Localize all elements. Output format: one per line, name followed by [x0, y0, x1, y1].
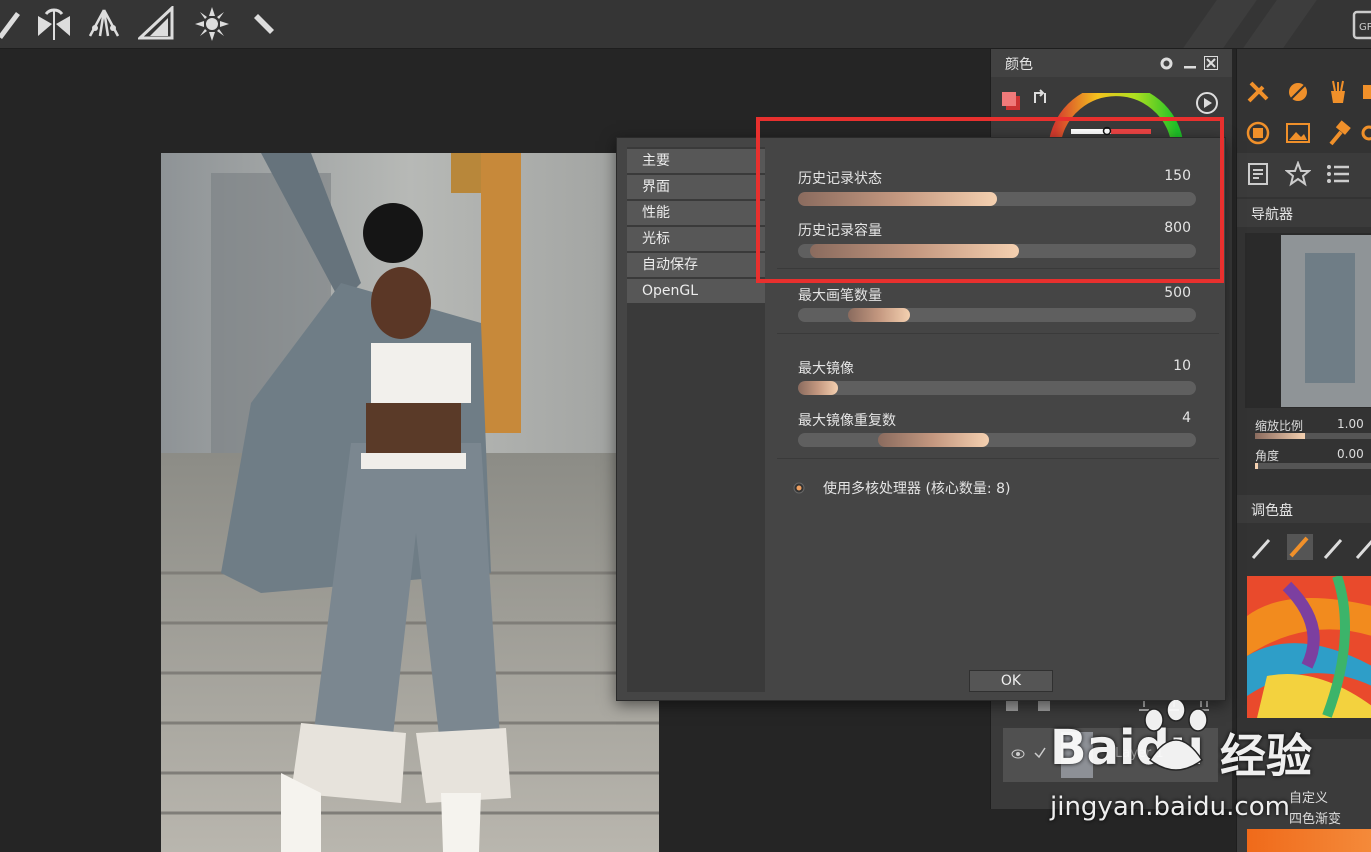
- play-icon[interactable]: [1195, 91, 1219, 115]
- zoom-label: 缩放比例: [1255, 419, 1304, 433]
- palette-title: 调色盘: [1251, 503, 1293, 519]
- adjust-icon[interactable]: [1285, 79, 1311, 105]
- paw-logo-icon: [1144, 700, 1208, 771]
- canvas-photo[interactable]: [161, 153, 659, 852]
- notes-icon[interactable]: [1245, 161, 1271, 187]
- palette-canvas[interactable]: [1247, 576, 1371, 718]
- bucket-brush-icon[interactable]: [1287, 534, 1313, 560]
- gear-icon[interactable]: [1159, 56, 1174, 71]
- color-panel-header: 颜色: [991, 49, 1232, 77]
- brush-pot-icon[interactable]: [1325, 79, 1351, 105]
- setting-value-max-mirrors: 10: [1173, 358, 1191, 374]
- slider-max-mirror-repeats[interactable]: [798, 433, 1196, 447]
- nav-item-cursor[interactable]: 光标: [627, 227, 765, 253]
- extra-tool-icon[interactable]: [1361, 79, 1371, 105]
- minimize-icon[interactable]: [1183, 56, 1197, 70]
- ok-button[interactable]: OK: [969, 670, 1053, 692]
- setting-value-max-brushes: 500: [1164, 285, 1191, 301]
- list-icon[interactable]: [1325, 161, 1351, 187]
- nav-item-interface[interactable]: 界面: [627, 175, 765, 201]
- baidu-watermark: Baidu 经验 jingyan.baidu.com: [1050, 700, 1371, 830]
- slider-max-mirrors[interactable]: [798, 381, 1196, 395]
- hammer-icon[interactable]: [1325, 120, 1351, 146]
- nav-item-autosave[interactable]: 自动保存: [627, 253, 765, 279]
- image-icon[interactable]: [1285, 120, 1311, 146]
- setting-label-max-brushes: 最大画笔数量: [798, 288, 882, 304]
- wide-brush-icon[interactable]: [1353, 536, 1371, 562]
- gpu-icon: GP: [1350, 6, 1371, 42]
- eye-icon[interactable]: [1011, 748, 1025, 760]
- nav-item-performance[interactable]: 性能: [627, 201, 765, 227]
- setting-label-max-mirrors: 最大镜像: [798, 361, 854, 377]
- watermark-brand-cn: 经验: [1220, 729, 1312, 783]
- setting-value-max-mirror-repeats: 4: [1182, 410, 1191, 426]
- highlight-box: [756, 117, 1224, 283]
- preferences-nav: 主要 界面 性能 光标 自动保存 OpenGL: [627, 147, 765, 692]
- angle-value: 0.00: [1337, 447, 1364, 461]
- pencil-tool-icon[interactable]: [0, 6, 28, 42]
- zoom-value: 1.00: [1337, 417, 1364, 431]
- close-icon[interactable]: [1204, 56, 1218, 70]
- setting-label-max-mirror-repeats: 最大镜像重复数: [798, 413, 896, 429]
- multicore-radio[interactable]: [793, 482, 805, 494]
- check-icon[interactable]: [1033, 746, 1047, 760]
- top-toolbar: GP: [0, 0, 1371, 49]
- multicore-label: 使用多核处理器 (核心数量: 8): [823, 481, 1011, 497]
- nav-item-opengl[interactable]: OpenGL: [627, 279, 765, 305]
- gradient-swatch[interactable]: [1247, 829, 1371, 852]
- ruler-triangle-icon[interactable]: [136, 4, 174, 42]
- angle-label: 角度: [1255, 449, 1280, 463]
- svg-text:GP: GP: [1359, 22, 1371, 33]
- navigator-preview[interactable]: [1245, 233, 1371, 408]
- kaleidoscope-icon[interactable]: [194, 6, 230, 42]
- symmetry-tool-icon[interactable]: [36, 6, 72, 42]
- paintbrush-icon[interactable]: [1321, 536, 1347, 562]
- watermark-url: jingyan.baidu.com: [1050, 792, 1290, 822]
- ruler-icon[interactable]: [246, 6, 282, 42]
- brush-icon[interactable]: [1249, 536, 1275, 562]
- divider: [777, 333, 1219, 334]
- divider: [777, 458, 1219, 459]
- palette-header: 调色盘: [1237, 495, 1371, 523]
- color-panel-title: 颜色: [1005, 57, 1033, 73]
- navigator-header: 导航器: [1237, 199, 1371, 227]
- star-icon[interactable]: [1284, 160, 1312, 187]
- slider-max-brushes[interactable]: [798, 308, 1196, 322]
- wrench-icon[interactable]: [1245, 79, 1271, 105]
- nav-item-main[interactable]: 主要: [627, 149, 765, 175]
- color-swatch-icon[interactable]: [1001, 91, 1021, 111]
- perspective-tool-icon[interactable]: [86, 6, 122, 42]
- zoom-slider[interactable]: [1255, 433, 1371, 439]
- record-icon[interactable]: [1245, 120, 1271, 146]
- navigator-title: 导航器: [1251, 207, 1293, 223]
- angle-slider[interactable]: [1255, 463, 1371, 469]
- link-icon[interactable]: [1361, 120, 1371, 146]
